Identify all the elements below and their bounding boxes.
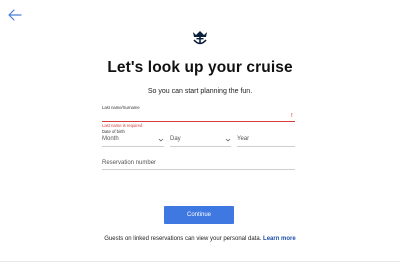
page-title: Let's look up your cruise bbox=[107, 59, 293, 76]
month-select[interactable]: Month bbox=[102, 136, 164, 146]
day-underline bbox=[170, 146, 231, 147]
day-select[interactable]: Day bbox=[170, 136, 231, 146]
reservation-number-field[interactable]: Reservation number bbox=[102, 160, 156, 166]
last-name-underline bbox=[102, 121, 295, 122]
error-icon: ! bbox=[291, 113, 293, 119]
footer-text: Guests on linked reservations can view y… bbox=[104, 236, 262, 242]
last-name-error: Last name is required bbox=[102, 123, 143, 128]
year-placeholder: Year bbox=[237, 136, 250, 142]
crown-anchor-logo bbox=[191, 29, 209, 47]
reservation-underline bbox=[102, 169, 295, 170]
dob-label: Date of birth bbox=[102, 128, 125, 134]
footer-note: Guests on linked reservations can view y… bbox=[0, 236, 400, 242]
chevron-down-icon bbox=[158, 138, 164, 142]
continue-button[interactable]: Continue bbox=[164, 206, 234, 224]
month-placeholder: Month bbox=[102, 136, 119, 142]
year-underline bbox=[237, 146, 295, 147]
bottom-divider bbox=[0, 261, 400, 262]
chevron-down-icon bbox=[225, 138, 231, 142]
back-arrow-icon[interactable] bbox=[8, 8, 22, 21]
reservation-placeholder: Reservation number bbox=[102, 160, 157, 166]
day-placeholder: Day bbox=[170, 136, 181, 142]
year-input[interactable]: Year bbox=[237, 136, 295, 146]
page-subtitle: So you can start planning the fun. bbox=[147, 88, 253, 95]
month-underline bbox=[102, 146, 164, 147]
last-name-field[interactable] bbox=[102, 110, 291, 121]
learn-more-link[interactable]: Learn more bbox=[263, 236, 296, 242]
